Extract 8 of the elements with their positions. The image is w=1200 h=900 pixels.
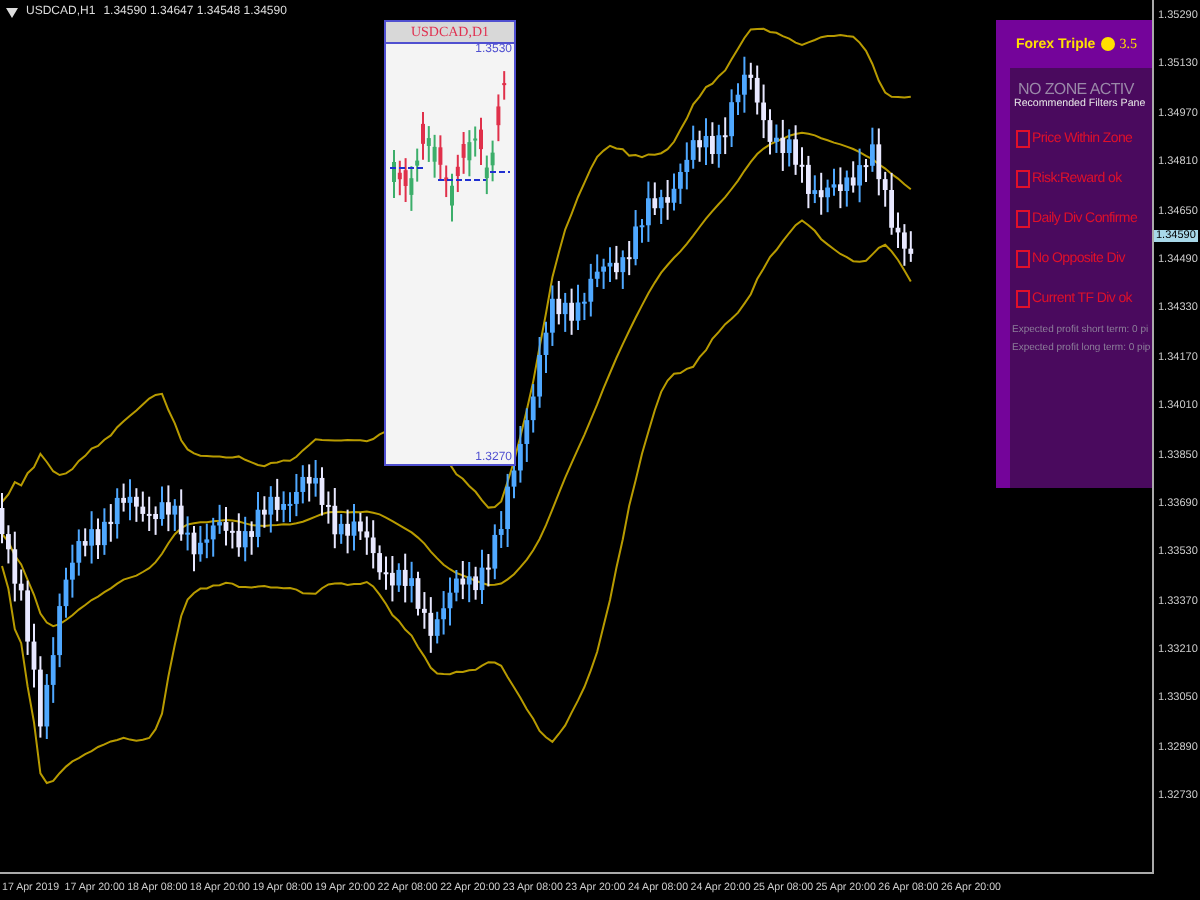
dropdown-triangle-icon[interactable] xyxy=(6,7,18,17)
checkbox[interactable] xyxy=(1016,249,1030,267)
checkbox[interactable] xyxy=(1016,129,1030,147)
checkbox[interactable] xyxy=(1016,209,1030,227)
zone-status: NO ZONE ACTIV xyxy=(1016,80,1136,98)
checkbox[interactable] xyxy=(1016,169,1030,187)
checkbox[interactable] xyxy=(1016,289,1030,307)
logo-icon xyxy=(1099,36,1116,52)
